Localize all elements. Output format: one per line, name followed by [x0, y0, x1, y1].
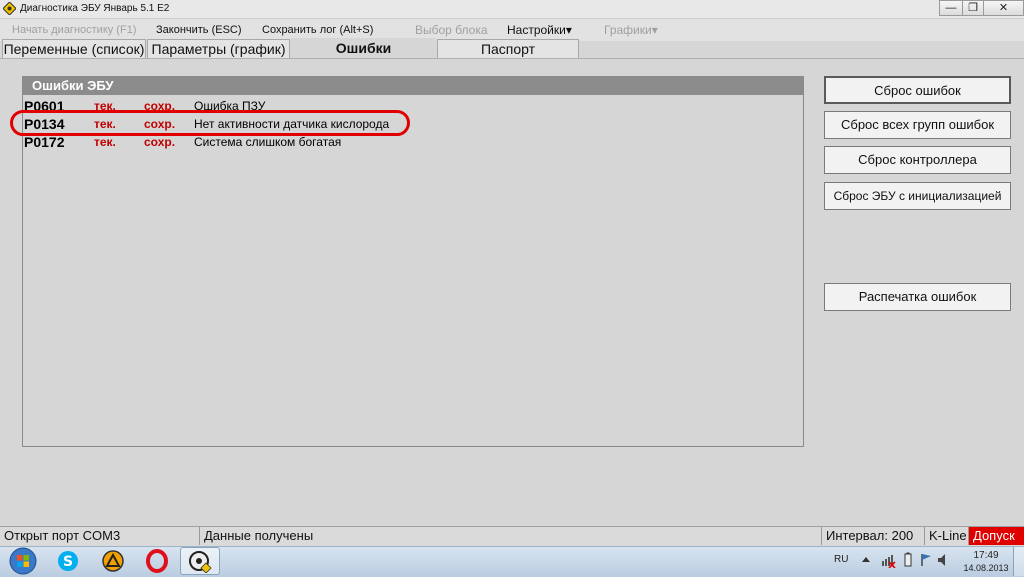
tray-time[interactable]: 17:49 [968, 550, 1004, 561]
menu-start-diagnostics[interactable]: Начать диагностику (F1) [12, 24, 136, 36]
maximize-button[interactable]: ❐ [962, 0, 984, 16]
minimize-button[interactable]: — [939, 0, 963, 16]
tab-passport[interactable]: Паспорт [437, 39, 579, 58]
tab-variables-list[interactable]: Переменные (список) [2, 39, 146, 58]
status-data: Данные получены [200, 527, 822, 545]
tray-flag-icon[interactable] [918, 552, 934, 568]
minimize-icon: — [945, 2, 957, 14]
errors-panel-title: Ошибки ЭБУ [23, 77, 803, 95]
skype-icon[interactable]: S [55, 549, 81, 573]
tray-volume-icon[interactable] [936, 552, 952, 568]
menu-finish[interactable]: Закончить (ESC) [156, 24, 242, 36]
status-kline: K-Line [925, 527, 969, 545]
menu-save-log[interactable]: Сохранить лог (Alt+S) [262, 24, 373, 36]
maximize-icon: ❐ [968, 2, 978, 14]
opera-icon[interactable] [144, 549, 170, 573]
svg-text:S: S [63, 554, 73, 570]
error-saved-flag: сохр. [144, 135, 176, 149]
status-allowed-badge: Допуск [969, 527, 1024, 545]
tab-divider [0, 58, 1024, 59]
reset-ecu-init-button[interactable]: Сброс ЭБУ с инициализацией [824, 182, 1011, 210]
error-current-flag: тек. [94, 135, 116, 149]
red-highlight-annotation [10, 110, 410, 136]
aimp-icon[interactable] [100, 549, 126, 573]
menu-charts[interactable]: Графики▾ [604, 23, 658, 37]
show-desktop-button[interactable] [1013, 547, 1024, 576]
tray-arrow-icon[interactable] [858, 552, 874, 568]
menu-select-block[interactable]: Выбор блока [415, 23, 488, 37]
window-title: Диагностика ЭБУ Январь 5.1 E2 [20, 3, 170, 14]
ecu-diagnostic-app-icon[interactable] [187, 549, 213, 573]
close-icon: ✕ [998, 2, 1009, 14]
app-logo-icon [3, 2, 16, 15]
print-errors-button[interactable]: Распечатка ошибок [824, 283, 1011, 311]
tray-network-icon[interactable] [880, 552, 896, 568]
reset-controller-button[interactable]: Сброс контроллера [824, 146, 1011, 174]
start-button-icon[interactable] [8, 547, 38, 575]
status-interval: Интервал: 200 [822, 527, 925, 545]
status-port: Открыт порт COM3 [0, 527, 200, 545]
error-code: P0172 [24, 134, 65, 150]
menu-settings[interactable]: Настройки▾ [507, 23, 572, 37]
tray-language[interactable]: RU [834, 554, 848, 565]
tray-date[interactable]: 14.08.2013 [958, 563, 1014, 573]
error-description: Система слишком богатая [194, 135, 342, 149]
close-button[interactable]: ✕ [983, 0, 1024, 16]
reset-all-groups-button[interactable]: Сброс всех групп ошибок [824, 111, 1011, 139]
tray-battery-icon[interactable] [900, 552, 916, 568]
tab-errors[interactable]: Ошибки [291, 38, 436, 59]
reset-errors-button[interactable]: Сброс ошибок [824, 76, 1011, 104]
tab-parameters-chart[interactable]: Параметры (график) [147, 39, 290, 58]
